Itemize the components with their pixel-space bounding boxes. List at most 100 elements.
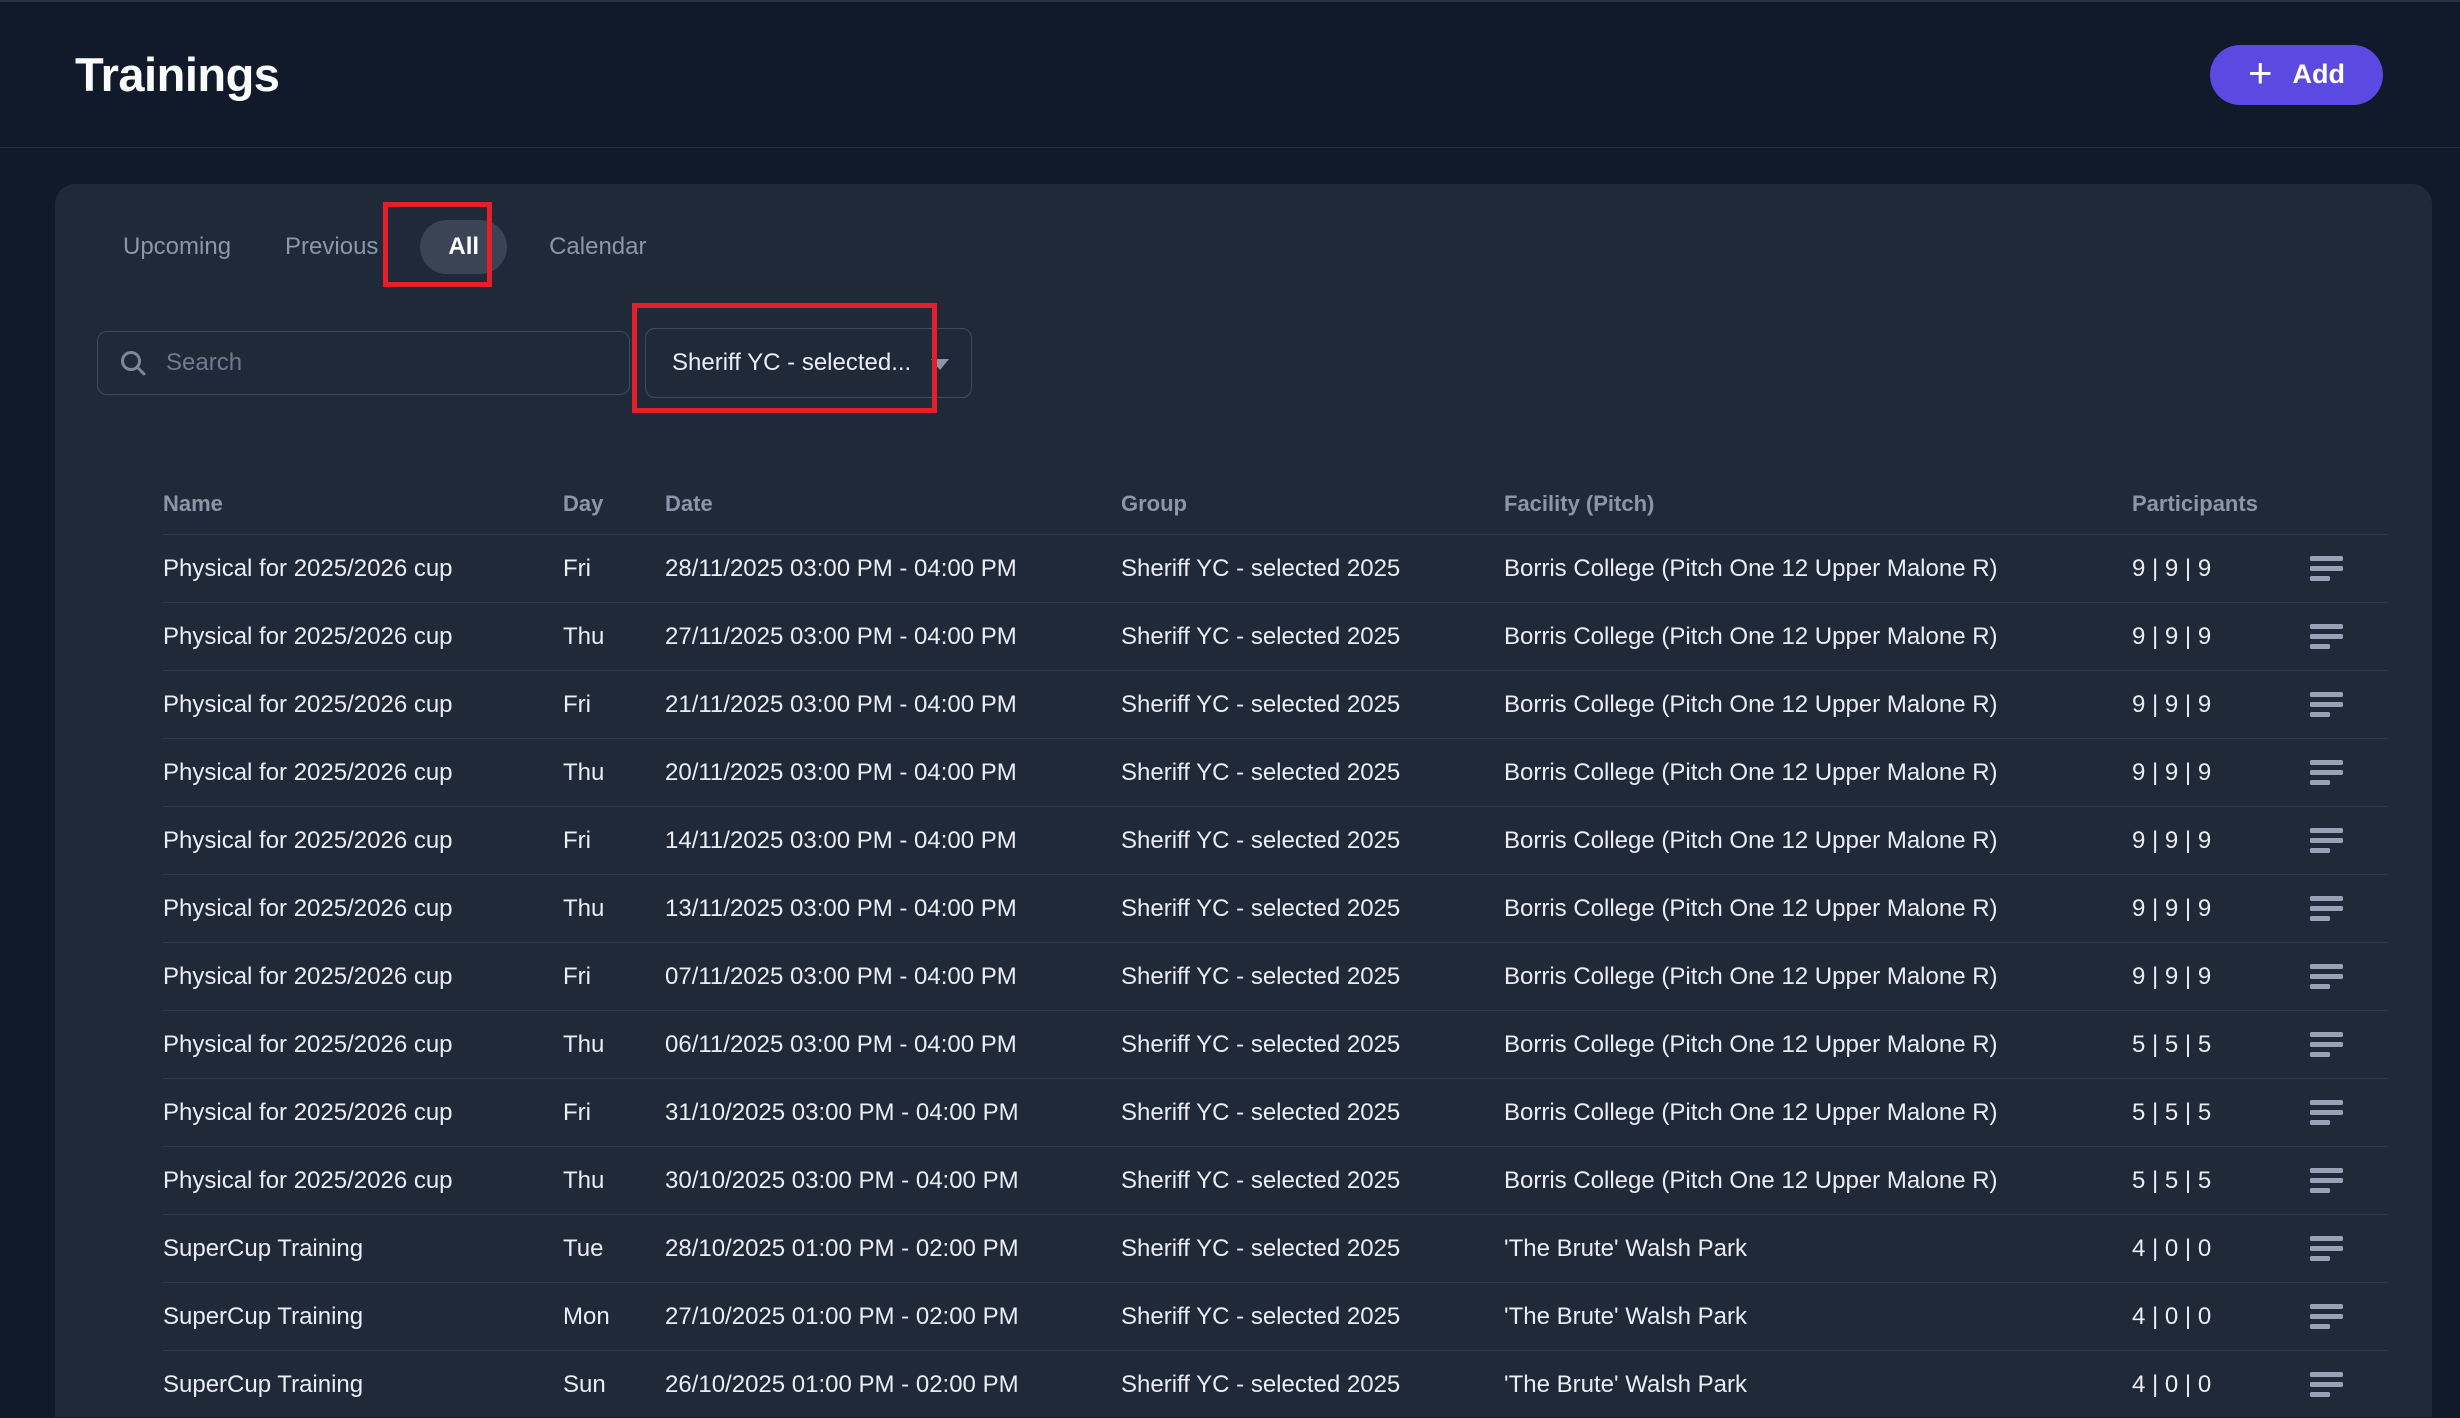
table-row[interactable]: Physical for 2025/2026 cup Fri 28/11/202… <box>163 534 2388 602</box>
search-icon <box>118 348 148 378</box>
tab-all[interactable]: All <box>420 220 507 274</box>
training-participants: 4 | 0 | 0 <box>2132 1371 2268 1399</box>
table-row[interactable]: Physical for 2025/2026 cup Fri 31/10/202… <box>163 1078 2388 1146</box>
training-day: Fri <box>563 691 665 719</box>
table-row[interactable]: SuperCup Training Tue 28/10/2025 01:00 P… <box>163 1214 2388 1282</box>
details-icon[interactable] <box>2304 1229 2352 1269</box>
training-date: 28/11/2025 03:00 PM - 04:00 PM <box>665 555 1121 583</box>
column-header-name: Name <box>163 491 563 517</box>
details-icon[interactable] <box>2304 821 2352 861</box>
details-icon[interactable] <box>2304 617 2352 657</box>
actions-cell <box>2268 889 2388 929</box>
table-row[interactable]: Physical for 2025/2026 cup Fri 21/11/202… <box>163 670 2388 738</box>
training-day: Mon <box>563 1303 665 1331</box>
training-date: 26/10/2025 01:00 PM - 02:00 PM <box>665 1371 1121 1399</box>
training-name: SuperCup Training <box>163 1235 563 1263</box>
actions-cell <box>2268 1365 2388 1405</box>
search-input[interactable] <box>164 348 609 378</box>
actions-cell <box>2268 1093 2388 1133</box>
training-facility: Borris College (Pitch One 12 Upper Malon… <box>1504 691 2132 719</box>
tab-upcoming[interactable]: Upcoming <box>111 220 243 274</box>
details-icon[interactable] <box>2304 1297 2352 1337</box>
training-name: Physical for 2025/2026 cup <box>163 623 563 651</box>
details-icon[interactable] <box>2304 1093 2352 1133</box>
training-day: Thu <box>563 1031 665 1059</box>
table-row[interactable]: Physical for 2025/2026 cup Thu 27/11/202… <box>163 602 2388 670</box>
table-header-row: Name Day Date Group Facility (Pitch) Par… <box>163 474 2388 534</box>
details-icon[interactable] <box>2304 753 2352 793</box>
training-name: Physical for 2025/2026 cup <box>163 827 563 855</box>
actions-cell <box>2268 549 2388 589</box>
table-row[interactable]: Physical for 2025/2026 cup Fri 14/11/202… <box>163 806 2388 874</box>
training-group: Sheriff YC - selected 2025 <box>1121 1099 1504 1127</box>
training-day: Tue <box>563 1235 665 1263</box>
chevron-down-icon <box>931 359 949 370</box>
details-icon[interactable] <box>2304 957 2352 997</box>
training-date: 28/10/2025 01:00 PM - 02:00 PM <box>665 1235 1121 1263</box>
table-row[interactable]: Physical for 2025/2026 cup Thu 06/11/202… <box>163 1010 2388 1078</box>
training-participants: 9 | 9 | 9 <box>2132 827 2268 855</box>
details-icon[interactable] <box>2304 1161 2352 1201</box>
details-icon[interactable] <box>2304 685 2352 725</box>
filters-row: Sheriff YC - selected... <box>97 328 2432 398</box>
training-facility: Borris College (Pitch One 12 Upper Malon… <box>1504 895 2132 923</box>
training-group: Sheriff YC - selected 2025 <box>1121 1031 1504 1059</box>
training-facility: Borris College (Pitch One 12 Upper Malon… <box>1504 963 2132 991</box>
training-date: 13/11/2025 03:00 PM - 04:00 PM <box>665 895 1121 923</box>
training-day: Fri <box>563 827 665 855</box>
actions-cell <box>2268 1161 2388 1201</box>
add-button-label: Add <box>2293 59 2345 90</box>
group-filter-value: Sheriff YC - selected... <box>672 349 911 377</box>
page-title: Trainings <box>75 47 279 102</box>
actions-cell <box>2268 821 2388 861</box>
actions-cell <box>2268 1229 2388 1269</box>
training-group: Sheriff YC - selected 2025 <box>1121 963 1504 991</box>
training-participants: 9 | 9 | 9 <box>2132 895 2268 923</box>
training-date: 21/11/2025 03:00 PM - 04:00 PM <box>665 691 1121 719</box>
actions-cell <box>2268 1297 2388 1337</box>
training-group: Sheriff YC - selected 2025 <box>1121 1235 1504 1263</box>
training-date: 27/11/2025 03:00 PM - 04:00 PM <box>665 623 1121 651</box>
training-name: Physical for 2025/2026 cup <box>163 555 563 583</box>
details-icon[interactable] <box>2304 549 2352 589</box>
training-group: Sheriff YC - selected 2025 <box>1121 827 1504 855</box>
training-participants: 4 | 0 | 0 <box>2132 1235 2268 1263</box>
training-facility: Borris College (Pitch One 12 Upper Malon… <box>1504 759 2132 787</box>
actions-cell <box>2268 685 2388 725</box>
training-date: 27/10/2025 01:00 PM - 02:00 PM <box>665 1303 1121 1331</box>
training-participants: 9 | 9 | 9 <box>2132 691 2268 719</box>
table-row[interactable]: SuperCup Training Mon 27/10/2025 01:00 P… <box>163 1282 2388 1350</box>
table-row[interactable]: SuperCup Training Sun 26/10/2025 01:00 P… <box>163 1350 2388 1418</box>
column-header-group: Group <box>1121 491 1504 517</box>
actions-cell <box>2268 617 2388 657</box>
training-facility: Borris College (Pitch One 12 Upper Malon… <box>1504 623 2132 651</box>
training-participants: 4 | 0 | 0 <box>2132 1303 2268 1331</box>
training-name: SuperCup Training <box>163 1371 563 1399</box>
training-date: 20/11/2025 03:00 PM - 04:00 PM <box>665 759 1121 787</box>
training-group: Sheriff YC - selected 2025 <box>1121 623 1504 651</box>
training-group: Sheriff YC - selected 2025 <box>1121 759 1504 787</box>
table-row[interactable]: Physical for 2025/2026 cup Thu 13/11/202… <box>163 874 2388 942</box>
actions-cell <box>2268 753 2388 793</box>
training-group: Sheriff YC - selected 2025 <box>1121 895 1504 923</box>
training-facility: Borris College (Pitch One 12 Upper Malon… <box>1504 827 2132 855</box>
details-icon[interactable] <box>2304 1025 2352 1065</box>
table-row[interactable]: Physical for 2025/2026 cup Thu 20/11/202… <box>163 738 2388 806</box>
table-row[interactable]: Physical for 2025/2026 cup Thu 30/10/202… <box>163 1146 2388 1214</box>
training-participants: 9 | 9 | 9 <box>2132 759 2268 787</box>
tab-previous[interactable]: Previous <box>273 220 390 274</box>
training-facility: Borris College (Pitch One 12 Upper Malon… <box>1504 1031 2132 1059</box>
search-box <box>97 331 630 395</box>
details-icon[interactable] <box>2304 1365 2352 1405</box>
details-icon[interactable] <box>2304 889 2352 929</box>
training-name: Physical for 2025/2026 cup <box>163 895 563 923</box>
training-name: Physical for 2025/2026 cup <box>163 1099 563 1127</box>
training-group: Sheriff YC - selected 2025 <box>1121 555 1504 583</box>
training-name: Physical for 2025/2026 cup <box>163 1031 563 1059</box>
tab-calendar[interactable]: Calendar <box>537 220 658 274</box>
group-filter-dropdown[interactable]: Sheriff YC - selected... <box>645 328 972 398</box>
add-button[interactable]: + Add <box>2210 45 2383 105</box>
table-row[interactable]: Physical for 2025/2026 cup Fri 07/11/202… <box>163 942 2388 1010</box>
training-group: Sheriff YC - selected 2025 <box>1121 1303 1504 1331</box>
training-facility: 'The Brute' Walsh Park <box>1504 1371 2132 1399</box>
